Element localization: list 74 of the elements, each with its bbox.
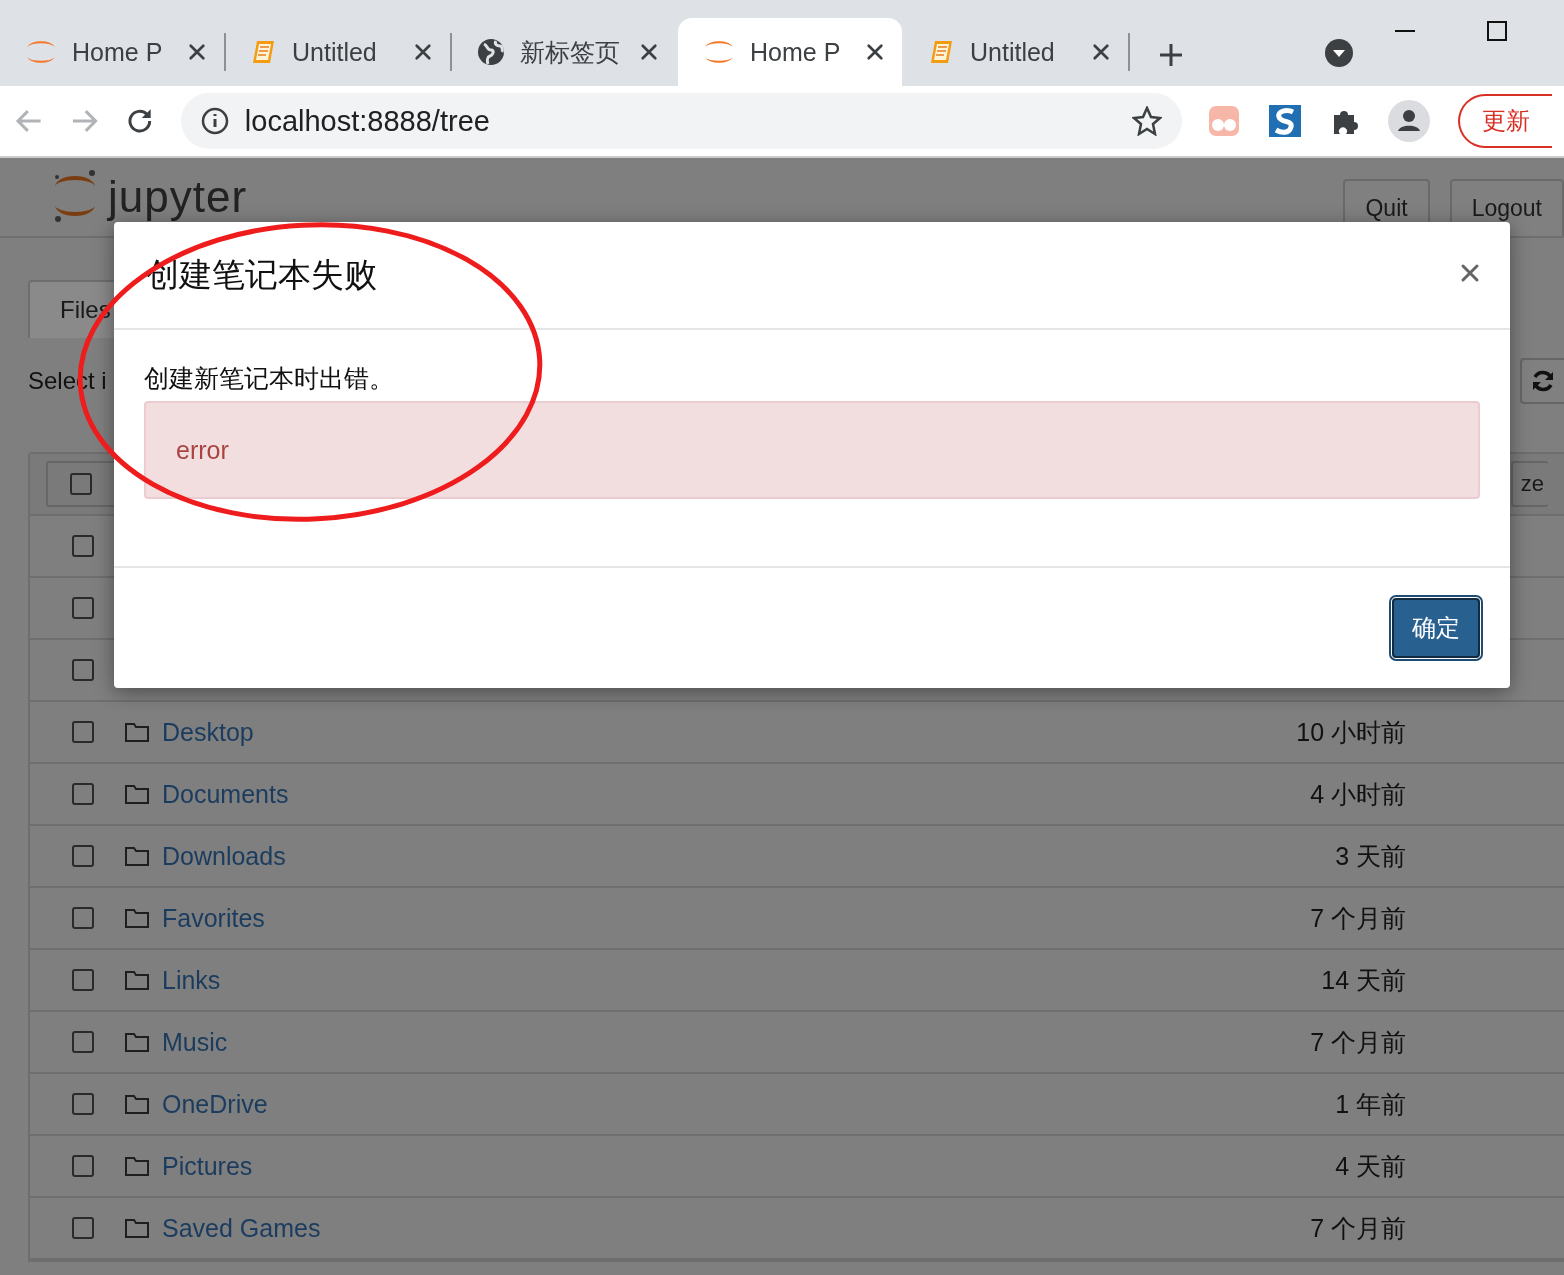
close-icon[interactable] (414, 43, 432, 61)
refresh-button[interactable] (1520, 358, 1564, 404)
checkbox[interactable] (70, 473, 92, 495)
extension-icon[interactable] (1268, 104, 1302, 138)
browser-tab[interactable]: 新标签页 (452, 18, 676, 86)
close-icon[interactable] (640, 43, 658, 61)
info-icon[interactable] (200, 107, 229, 135)
checkbox[interactable] (72, 969, 94, 991)
folder-link[interactable]: Saved Games (162, 1213, 321, 1243)
tab-title: Untitled (292, 37, 378, 67)
checkbox[interactable] (72, 1217, 94, 1239)
close-icon[interactable] (1092, 43, 1110, 61)
tab-title: Home P (72, 37, 164, 67)
checkbox[interactable] (72, 783, 94, 805)
close-icon[interactable] (188, 43, 206, 61)
folder-icon (124, 1031, 150, 1053)
star-icon[interactable] (1132, 106, 1162, 136)
refresh-icon (1531, 369, 1555, 393)
plus-icon[interactable] (1158, 42, 1184, 68)
checkbox[interactable] (72, 659, 94, 681)
dialog-message: 创建新笔记本时出错。 (144, 363, 395, 394)
folder-icon (124, 721, 150, 743)
folder-link[interactable]: Favorites (162, 903, 265, 933)
tab-title: Untitled (970, 37, 1056, 67)
modified-time: 7 个月前 (1309, 902, 1406, 934)
folder-icon (124, 969, 150, 991)
browser-tab[interactable]: Untitled (904, 18, 1128, 86)
modified-time: 1 年前 (1334, 1088, 1406, 1120)
logo-text: jupyter (108, 172, 248, 222)
address-bar[interactable]: localhost:8888/tree (180, 93, 1182, 149)
checkbox[interactable] (72, 721, 94, 743)
dropdown-icon[interactable] (1324, 38, 1354, 68)
close-icon[interactable] (1460, 263, 1480, 283)
modified-time: 7 个月前 (1309, 1026, 1406, 1058)
checkbox[interactable] (72, 1031, 94, 1053)
folder-link[interactable]: Downloads (162, 841, 286, 871)
browser-tab[interactable]: Home P (0, 18, 224, 86)
checkbox[interactable] (72, 1093, 94, 1115)
folder-icon (124, 845, 150, 867)
folder-icon (124, 1093, 150, 1115)
checkbox[interactable] (72, 597, 94, 619)
modified-time: 10 小时前 (1295, 716, 1406, 748)
tab-title: Home P (750, 37, 842, 67)
checkbox[interactable] (72, 845, 94, 867)
checkbox[interactable] (72, 535, 94, 557)
folder-link[interactable]: Documents (162, 779, 289, 809)
url-text: localhost:8888/tree (244, 104, 491, 138)
folder-link[interactable]: Music (162, 1027, 228, 1057)
checkbox[interactable] (72, 1155, 94, 1177)
avatar-icon[interactable] (1388, 100, 1430, 142)
browser-tab[interactable]: Home P (678, 18, 902, 86)
tab-title: 新标签页 (520, 36, 621, 68)
folder-icon (124, 907, 150, 929)
folder-link[interactable]: Links (162, 965, 221, 995)
modified-time: 3 天前 (1334, 840, 1406, 872)
modified-time: 14 天前 (1320, 964, 1406, 996)
close-icon[interactable] (866, 43, 884, 61)
globe-icon (476, 37, 506, 67)
folder-link[interactable]: Desktop (162, 717, 254, 747)
modified-time: 4 小时前 (1309, 778, 1406, 810)
folder-icon (124, 1217, 150, 1239)
error-alert: error (144, 401, 1480, 499)
update-button[interactable]: 更新 (1458, 94, 1552, 148)
folder-icon (124, 783, 150, 805)
folder-link[interactable]: OneDrive (162, 1089, 268, 1119)
modified-time: 7 个月前 (1309, 1212, 1406, 1244)
jupyter-logo-icon (52, 169, 98, 225)
maximize-icon[interactable] (1486, 20, 1508, 42)
ok-button[interactable]: 确定 (1392, 598, 1480, 658)
modified-time: 4 天前 (1334, 1150, 1406, 1182)
folder-link[interactable]: Pictures (162, 1151, 253, 1181)
checkbox[interactable] (72, 907, 94, 929)
folder-icon (124, 1155, 150, 1177)
browser-tab[interactable]: Untitled (226, 18, 450, 86)
